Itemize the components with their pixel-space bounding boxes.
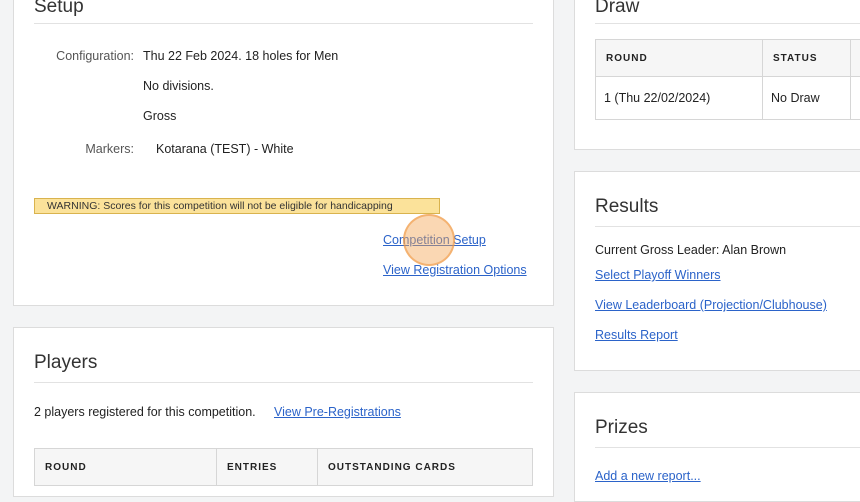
setup-divider [34, 23, 533, 24]
configuration-line-3: Gross [143, 109, 176, 123]
configuration-line-2: No divisions. [143, 79, 214, 93]
results-panel: Results Current Gross Leader: Alan Brown… [574, 171, 860, 371]
markers-value: Kotarana (TEST) - White [156, 142, 294, 156]
add-new-report-link[interactable]: Add a new report... [595, 469, 701, 483]
players-table: ROUND ENTRIES OUTSTANDING CARDS [34, 448, 533, 486]
players-divider [34, 382, 533, 383]
draw-table: ROUND STATUS 1 (Thu 22/02/2024) No Draw [595, 39, 860, 120]
gross-leader: Current Gross Leader: Alan Brown [595, 243, 786, 257]
players-summary: 2 players registered for this competitio… [34, 405, 256, 419]
prizes-panel: Prizes Add a new report... [574, 392, 860, 502]
competition-setup-link[interactable]: Competition Setup [383, 233, 486, 247]
markers-label: Markers: [34, 142, 134, 156]
draw-panel: Draw ROUND STATUS 1 (Thu 22/02/2024) No … [574, 0, 860, 150]
players-title: Players [34, 352, 97, 374]
column-extra [851, 40, 860, 77]
setup-panel: Setup Configuration: Thu 22 Feb 2024. 18… [13, 0, 554, 306]
draw-table-header: ROUND STATUS [596, 40, 860, 77]
results-title: Results [595, 196, 658, 218]
view-leaderboard-link[interactable]: View Leaderboard (Projection/Clubhouse) [595, 298, 827, 312]
column-status: STATUS [763, 40, 851, 77]
results-divider [595, 226, 860, 227]
setup-title: Setup [34, 0, 84, 18]
configuration-label: Configuration: [34, 49, 134, 63]
handicap-warning-banner: WARNING: Scores for this competition wil… [34, 198, 440, 214]
draw-round-cell: 1 (Thu 22/02/2024) [596, 77, 763, 120]
results-report-link[interactable]: Results Report [595, 328, 678, 342]
draw-extra-cell [851, 77, 860, 120]
column-entries: ENTRIES [217, 449, 318, 486]
prizes-divider [595, 447, 860, 448]
view-pre-registrations-link[interactable]: View Pre-Registrations [274, 405, 401, 419]
configuration-line-1: Thu 22 Feb 2024. 18 holes for Men [143, 49, 338, 63]
column-round: ROUND [596, 40, 763, 77]
draw-status-cell: No Draw [763, 77, 851, 120]
column-round: ROUND [35, 449, 217, 486]
column-outstanding-cards: OUTSTANDING CARDS [318, 449, 533, 486]
view-registration-options-link[interactable]: View Registration Options [383, 263, 527, 277]
players-table-header: ROUND ENTRIES OUTSTANDING CARDS [35, 449, 533, 486]
draw-divider [595, 23, 860, 24]
prizes-title: Prizes [595, 417, 648, 439]
table-row: 1 (Thu 22/02/2024) No Draw [596, 77, 860, 120]
select-playoff-winners-link[interactable]: Select Playoff Winners [595, 268, 721, 282]
players-panel: Players 2 players registered for this co… [13, 327, 554, 497]
draw-title: Draw [595, 0, 639, 18]
